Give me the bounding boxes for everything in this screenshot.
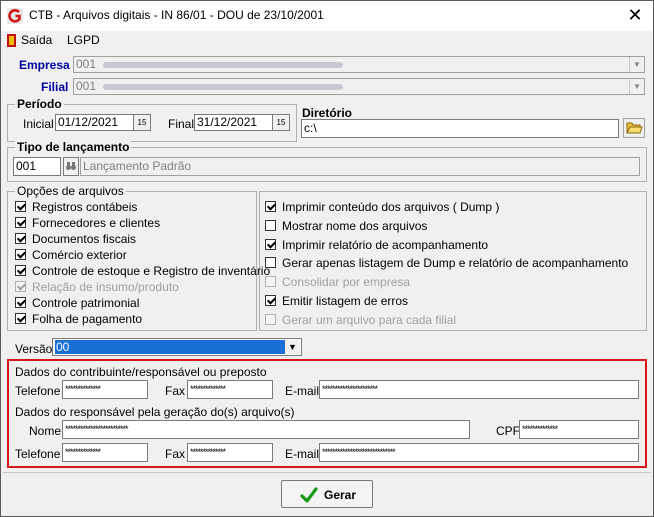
option-label: Relação de insumo/produto xyxy=(32,280,179,294)
menu-lgpd[interactable]: LGPD xyxy=(67,33,100,47)
calendar-icon[interactable]: 15 xyxy=(133,114,151,131)
checkbox-unchecked[interactable] xyxy=(265,257,276,269)
option-label: Folha de pagamento xyxy=(32,312,143,326)
app-window: CTB - Arquivos digitais - IN 86/01 - DOU… xyxy=(0,0,654,517)
option-label: Imprimir relatório de acompanhamento xyxy=(282,237,489,252)
option-label: Gerar apenas listagem de Dump e relatóri… xyxy=(282,256,629,271)
company-label: Empresa xyxy=(19,58,70,72)
close-icon[interactable]: ✕ xyxy=(625,5,645,25)
version-select[interactable]: 00 ▼ xyxy=(52,338,302,356)
option-label: Emitir listagem de erros xyxy=(282,294,409,308)
checkbox-unchecked xyxy=(265,276,276,288)
checkbox-checked[interactable] xyxy=(15,201,26,212)
version-selected-value: 00 xyxy=(55,340,285,354)
calendar-icon[interactable]: 15 xyxy=(272,114,290,131)
window-title: CTB - Arquivos digitais - IN 86/01 - DOU… xyxy=(29,8,324,22)
menu-bar: Saída LGPD xyxy=(1,31,653,50)
contributor-phone-input[interactable]: ************** xyxy=(62,380,148,399)
generate-button-label: Gerar xyxy=(324,488,357,502)
responsible-phone-input[interactable]: ************** xyxy=(62,443,148,462)
option-label: Gerar um arquivo para cada filial xyxy=(282,312,457,327)
title-bar: CTB - Arquivos digitais - IN 86/01 - DOU… xyxy=(1,1,653,31)
period-title: Período xyxy=(15,97,64,111)
company-code: 001 xyxy=(76,57,97,71)
responsible-cpf-label: CPF xyxy=(496,424,520,438)
checkbox-checked[interactable] xyxy=(265,295,276,306)
start-date-label: Inicial xyxy=(23,117,54,131)
contributor-fax-label: Fax xyxy=(165,384,186,398)
option-label: Mostrar nome dos arquivos xyxy=(282,218,428,233)
option-label: Registros contábeis xyxy=(32,200,138,214)
responsible-email-input[interactable]: ***************************** xyxy=(319,443,639,462)
checkbox-checked[interactable] xyxy=(15,233,26,244)
branch-name-redacted xyxy=(103,83,344,90)
checkbox-checked[interactable] xyxy=(15,297,26,308)
responsible-fax-label: Fax xyxy=(165,447,186,461)
entry-type-code-input[interactable]: 001 xyxy=(13,157,61,176)
checkbox-checked xyxy=(15,281,26,292)
option-label: Imprimir conteúdo dos arquivos ( Dump ) xyxy=(282,200,500,214)
responsible-name-label: Nome xyxy=(29,424,62,438)
option-label: Consolidar por empresa xyxy=(282,275,411,290)
company-name-redacted xyxy=(103,61,344,68)
binoculars-search-icon[interactable] xyxy=(63,157,79,176)
chevron-down-icon[interactable]: ▼ xyxy=(629,57,644,72)
contributor-title: Dados do contribuinte/responsável ou pre… xyxy=(15,365,267,379)
contributor-fax-input[interactable]: ************** xyxy=(187,380,273,399)
company-select[interactable]: 001 ▼ xyxy=(73,56,645,73)
menu-exit[interactable]: Saída xyxy=(21,33,52,47)
checkbox-checked[interactable] xyxy=(15,217,26,228)
end-date-label: Final xyxy=(168,117,195,131)
entry-type-description: Lançamento Padrão xyxy=(80,157,640,176)
contributor-email-label: E-mail xyxy=(285,384,320,398)
option-label: Comércio exterior xyxy=(32,248,127,262)
folder-open-icon xyxy=(626,122,643,134)
checkbox-checked[interactable] xyxy=(15,313,26,324)
checkbox-checked[interactable] xyxy=(15,265,26,276)
responsible-fax-input[interactable]: ************** xyxy=(187,443,273,462)
directory-label: Diretório xyxy=(302,106,353,120)
directory-input[interactable]: c:\ xyxy=(301,119,619,138)
exit-door-icon xyxy=(7,34,16,47)
generate-button[interactable]: Gerar xyxy=(281,480,373,508)
option-label: Controle patrimonial xyxy=(32,296,140,310)
version-label: Versão xyxy=(15,342,53,356)
responsible-cpf-input[interactable]: ************** xyxy=(519,420,639,439)
contributor-email-input[interactable]: ********************** xyxy=(319,380,639,399)
checkbox-unchecked xyxy=(265,313,276,325)
app-logo-icon xyxy=(7,8,23,24)
branch-label: Filial xyxy=(41,80,69,94)
chevron-down-icon[interactable]: ▼ xyxy=(285,340,300,354)
contributor-phone-label: Telefone xyxy=(15,384,61,398)
responsible-title: Dados do responsável pela geração do(s) … xyxy=(15,405,295,419)
responsible-email-label: E-mail xyxy=(285,447,320,461)
chevron-down-icon[interactable]: ▼ xyxy=(629,79,644,94)
entry-type-title: Tipo de lançamento xyxy=(15,140,132,154)
checkbox-checked[interactable] xyxy=(15,249,26,260)
branch-code: 001 xyxy=(76,79,97,93)
file-options-title: Opções de arquivos xyxy=(15,184,126,198)
checkbox-unchecked[interactable] xyxy=(265,219,276,231)
option-label: Fornecedores e clientes xyxy=(32,216,161,230)
checkbox-checked[interactable] xyxy=(265,201,276,212)
responsible-name-input[interactable]: ************************* xyxy=(62,420,470,439)
option-label: Controle de estoque e Registro de invent… xyxy=(32,264,271,278)
checkmark-icon xyxy=(300,487,318,503)
browse-folder-button[interactable] xyxy=(623,118,645,138)
checkbox-checked[interactable] xyxy=(265,238,276,250)
responsible-phone-label: Telefone xyxy=(15,447,61,461)
option-label: Documentos fiscais xyxy=(32,232,137,246)
footer-divider xyxy=(3,472,651,473)
branch-select[interactable]: 001 ▼ xyxy=(73,78,645,95)
